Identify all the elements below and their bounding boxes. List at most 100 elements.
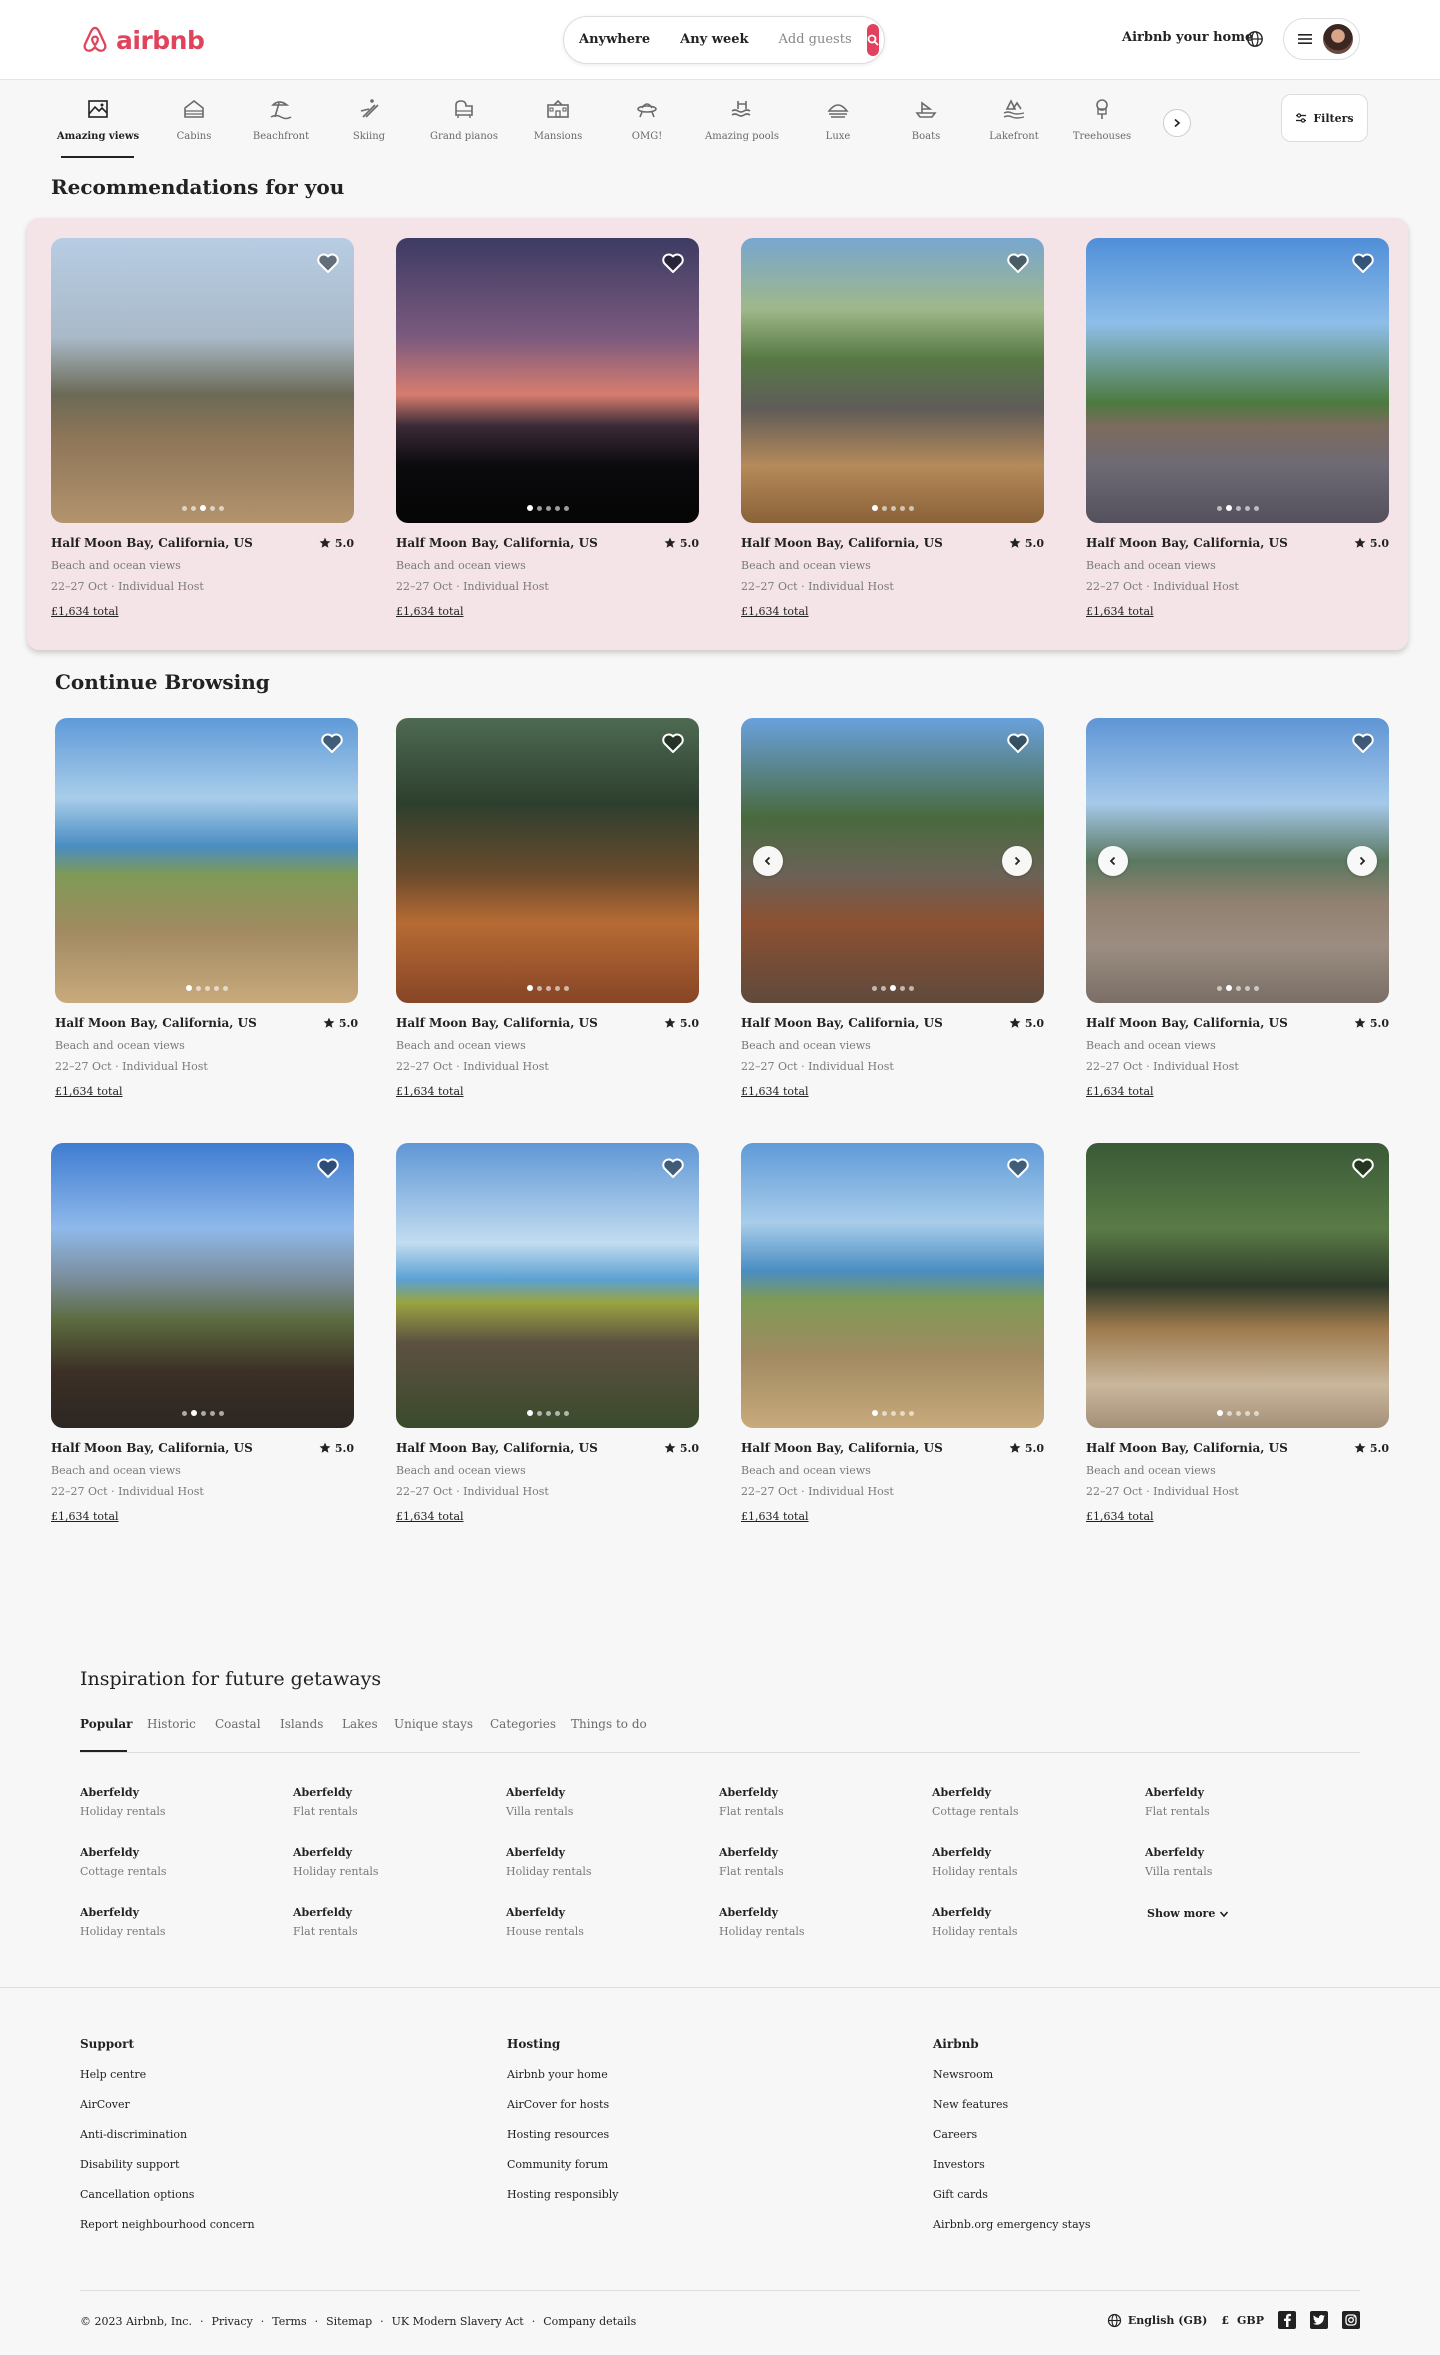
destination-link[interactable]: Aberfeldy Holiday rentals bbox=[932, 1846, 1018, 1878]
destination-link[interactable]: Aberfeldy Villa rentals bbox=[506, 1786, 573, 1818]
footer-link[interactable]: Report neighbourhood concern bbox=[80, 2218, 255, 2231]
listing-card[interactable]: Half Moon Bay, California, US 5.0 Beach an… bbox=[741, 238, 1044, 618]
categories-next-button[interactable] bbox=[1163, 109, 1191, 137]
listing-card[interactable]: Half Moon Bay, California, US 5.0 Beach an… bbox=[55, 718, 358, 1098]
globe-icon[interactable] bbox=[1246, 30, 1264, 52]
footer-link[interactable]: Hosting resources bbox=[507, 2128, 619, 2141]
footer-link[interactable]: AirCover for hosts bbox=[507, 2098, 619, 2111]
destination-link[interactable]: Aberfeldy Villa rentals bbox=[1145, 1846, 1212, 1878]
search-guests[interactable]: Add guests bbox=[764, 28, 867, 52]
destination-link[interactable]: Aberfeldy Flat rentals bbox=[719, 1786, 784, 1818]
listing-photo[interactable] bbox=[396, 718, 699, 1003]
photo-next-button[interactable] bbox=[1347, 846, 1377, 876]
category-lakefront[interactable]: Lakefront bbox=[974, 97, 1054, 142]
category-amazing-views[interactable]: Amazing views bbox=[57, 97, 139, 142]
search-where[interactable]: Anywhere bbox=[564, 28, 665, 52]
category-amazing-pools[interactable]: Amazing pools bbox=[702, 97, 782, 142]
category-cabins[interactable]: Cabins bbox=[154, 97, 234, 142]
show-more-button[interactable]: Show more bbox=[1147, 1907, 1229, 1920]
tab-unique-stays[interactable]: Unique stays bbox=[394, 1717, 473, 1731]
footer-link[interactable]: Newsroom bbox=[933, 2068, 1091, 2081]
tab-categories[interactable]: Categories bbox=[490, 1717, 556, 1731]
listing-photo[interactable] bbox=[55, 718, 358, 1003]
category-luxe[interactable]: Luxe bbox=[798, 97, 878, 142]
footer-link[interactable]: Careers bbox=[933, 2128, 1091, 2141]
twitter-icon[interactable] bbox=[1310, 2311, 1328, 2329]
listing-photo[interactable] bbox=[1086, 238, 1389, 523]
footer-link[interactable]: Airbnb your home bbox=[507, 2068, 619, 2081]
destination-link[interactable]: Aberfeldy Holiday rentals bbox=[719, 1906, 805, 1938]
listing-photo[interactable] bbox=[741, 718, 1044, 1003]
footer-link[interactable]: New features bbox=[933, 2098, 1091, 2111]
footer-link[interactable]: Anti-discrimination bbox=[80, 2128, 255, 2141]
wishlist-button[interactable] bbox=[661, 1157, 685, 1183]
listing-price[interactable]: £1,634 total bbox=[396, 1510, 699, 1523]
listing-price[interactable]: £1,634 total bbox=[51, 605, 354, 618]
wishlist-button[interactable] bbox=[1006, 252, 1030, 278]
listing-photo[interactable] bbox=[1086, 718, 1389, 1003]
listing-card[interactable]: Half Moon Bay, California, US 5.0 Beach an… bbox=[396, 1143, 699, 1523]
destination-link[interactable]: Aberfeldy House rentals bbox=[506, 1906, 584, 1938]
listing-photo[interactable] bbox=[51, 238, 354, 523]
tab-islands[interactable]: Islands bbox=[280, 1717, 323, 1731]
search-button[interactable] bbox=[866, 24, 879, 56]
category-boats[interactable]: Boats bbox=[886, 97, 966, 142]
listing-photo[interactable] bbox=[741, 238, 1044, 523]
currency-selector[interactable]: £ GBP bbox=[1221, 2314, 1264, 2327]
destination-link[interactable]: Aberfeldy Holiday rentals bbox=[932, 1906, 1018, 1938]
tab-things-to-do[interactable]: Things to do bbox=[571, 1717, 647, 1731]
destination-link[interactable]: Aberfeldy Flat rentals bbox=[293, 1786, 358, 1818]
listing-card[interactable]: Half Moon Bay, California, US 5.0 Beach an… bbox=[1086, 1143, 1389, 1523]
wishlist-button[interactable] bbox=[1351, 732, 1375, 758]
footer-link[interactable]: Investors bbox=[933, 2158, 1091, 2171]
footer-link[interactable]: Gift cards bbox=[933, 2188, 1091, 2201]
destination-link[interactable]: Aberfeldy Holiday rentals bbox=[80, 1786, 166, 1818]
wishlist-button[interactable] bbox=[316, 252, 340, 278]
listing-price[interactable]: £1,634 total bbox=[396, 1085, 699, 1098]
wishlist-button[interactable] bbox=[320, 732, 344, 758]
wishlist-button[interactable] bbox=[316, 1157, 340, 1183]
listing-photo[interactable] bbox=[51, 1143, 354, 1428]
facebook-icon[interactable] bbox=[1278, 2311, 1296, 2329]
footer-link[interactable]: Cancellation options bbox=[80, 2188, 255, 2201]
category-grand-pianos[interactable]: Grand pianos bbox=[424, 97, 504, 142]
footer-link[interactable]: Airbnb.org emergency stays bbox=[933, 2218, 1091, 2231]
footer-link[interactable]: AirCover bbox=[80, 2098, 255, 2111]
filters-button[interactable]: Filters bbox=[1281, 94, 1368, 142]
footer-link[interactable]: Disability support bbox=[80, 2158, 255, 2171]
destination-link[interactable]: Aberfeldy Holiday rentals bbox=[80, 1906, 166, 1938]
footer-link[interactable]: Hosting responsibly bbox=[507, 2188, 619, 2201]
wishlist-button[interactable] bbox=[661, 252, 685, 278]
listing-price[interactable]: £1,634 total bbox=[1086, 1085, 1389, 1098]
listing-price[interactable]: £1,634 total bbox=[51, 1510, 354, 1523]
legal-link[interactable]: UK Modern Slavery Act bbox=[392, 2315, 524, 2328]
language-selector[interactable]: English (GB) bbox=[1107, 2313, 1207, 2328]
destination-link[interactable]: Aberfeldy Flat rentals bbox=[719, 1846, 784, 1878]
category-skiing[interactable]: Skiing bbox=[329, 97, 409, 142]
search-bar[interactable]: Anywhere Any week Add guests bbox=[563, 16, 885, 64]
wishlist-button[interactable] bbox=[1351, 1157, 1375, 1183]
destination-link[interactable]: Aberfeldy Flat rentals bbox=[1145, 1786, 1210, 1818]
tab-lakes[interactable]: Lakes bbox=[342, 1717, 378, 1731]
photo-prev-button[interactable] bbox=[753, 846, 783, 876]
search-when[interactable]: Any week bbox=[665, 28, 763, 52]
tab-coastal[interactable]: Coastal bbox=[215, 1717, 261, 1731]
listing-card[interactable]: Half Moon Bay, California, US 5.0 Beach an… bbox=[396, 238, 699, 618]
destination-link[interactable]: Aberfeldy Cottage rentals bbox=[932, 1786, 1018, 1818]
photo-next-button[interactable] bbox=[1002, 846, 1032, 876]
listing-card[interactable]: Half Moon Bay, California, US 5.0 Beach an… bbox=[51, 1143, 354, 1523]
destination-link[interactable]: Aberfeldy Holiday rentals bbox=[506, 1846, 592, 1878]
photo-prev-button[interactable] bbox=[1098, 846, 1128, 876]
listing-price[interactable]: £1,634 total bbox=[1086, 1510, 1389, 1523]
airbnb-your-home-link[interactable]: Airbnb your home bbox=[1122, 30, 1253, 45]
category-mansions[interactable]: Mansions bbox=[518, 97, 598, 142]
listing-price[interactable]: £1,634 total bbox=[55, 1085, 358, 1098]
listing-price[interactable]: £1,634 total bbox=[741, 1085, 1044, 1098]
wishlist-button[interactable] bbox=[1006, 732, 1030, 758]
destination-link[interactable]: Aberfeldy Cottage rentals bbox=[80, 1846, 166, 1878]
footer-link[interactable]: Community forum bbox=[507, 2158, 619, 2171]
user-menu-button[interactable] bbox=[1283, 18, 1360, 60]
listing-price[interactable]: £1,634 total bbox=[1086, 605, 1389, 618]
wishlist-button[interactable] bbox=[1006, 1157, 1030, 1183]
instagram-icon[interactable] bbox=[1342, 2311, 1360, 2329]
